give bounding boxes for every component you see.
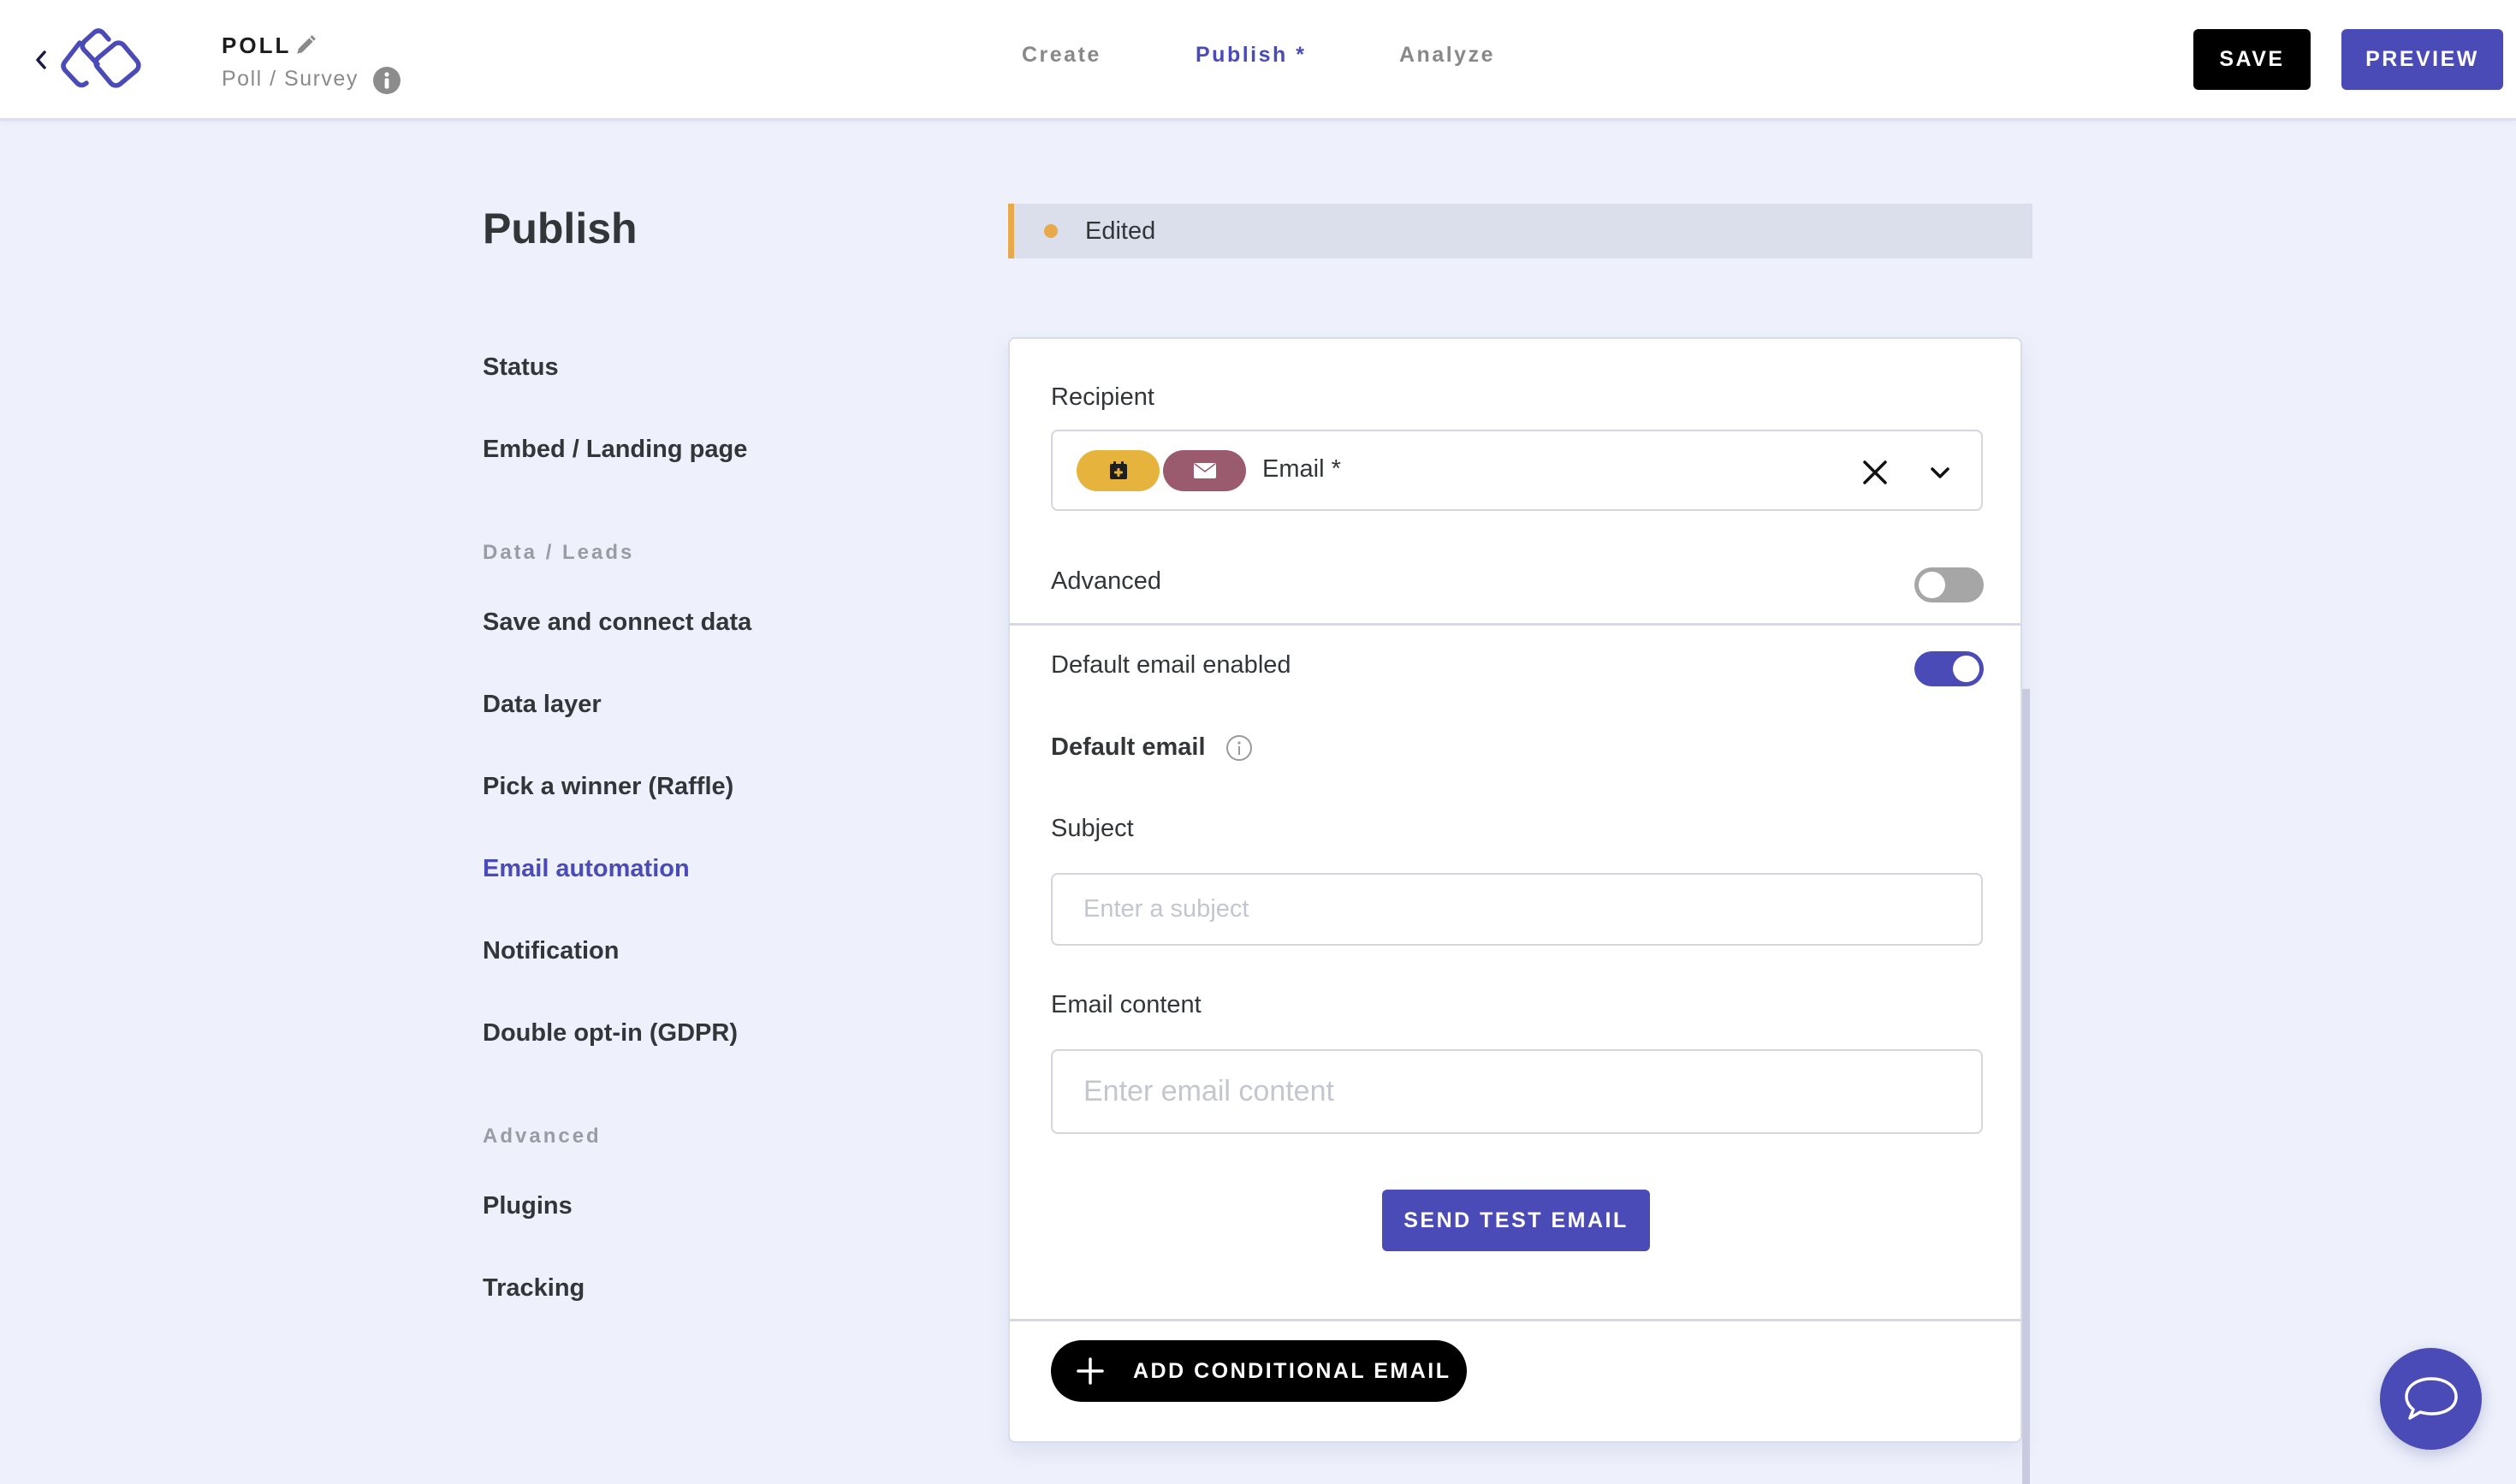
subject-label: Subject <box>1051 815 1134 842</box>
back-button[interactable] <box>31 45 51 75</box>
project-title: POLL <box>222 33 292 58</box>
section-divider <box>1010 1319 2021 1321</box>
sidebar-item-double-opt-in[interactable]: Double opt-in (GDPR) <box>483 1019 738 1048</box>
advanced-toggle[interactable] <box>1914 567 1984 603</box>
default-email-enabled-toggle[interactable] <box>1914 651 1984 686</box>
sidebar-item-embed[interactable]: Embed / Landing page <box>483 436 747 464</box>
add-conditional-email-label: ADD CONDITIONAL EMAIL <box>1133 1358 1451 1383</box>
tab-create[interactable]: Create <box>1022 43 1101 68</box>
sidebar-item-plugins[interactable]: Plugins <box>483 1192 573 1220</box>
tab-analyze[interactable]: Analyze <box>1399 43 1495 68</box>
chevron-down-icon[interactable] <box>1927 460 1953 486</box>
email-content-input[interactable] <box>1051 1049 1983 1134</box>
advanced-label: Advanced <box>1051 567 1161 595</box>
save-button[interactable]: SAVE <box>2193 29 2311 90</box>
default-email-heading: Default email <box>1051 733 1206 761</box>
chat-bubble-icon <box>2404 1376 2458 1420</box>
email-automation-card: Recipient Email * Advanced Default email… <box>1008 337 2022 1443</box>
email-content-label: Email content <box>1051 991 1202 1018</box>
default-email-enabled-label: Default email enabled <box>1051 651 1291 679</box>
project-type: Poll / Survey <box>222 67 359 91</box>
recipient-select[interactable]: Email * <box>1051 430 1983 511</box>
sidebar-item-notification[interactable]: Notification <box>483 937 620 965</box>
sidebar-item-data-layer[interactable]: Data layer <box>483 691 602 719</box>
page-title: Publish <box>483 205 638 252</box>
chat-button[interactable] <box>2380 1348 2482 1450</box>
app-logo-icon[interactable] <box>60 26 154 94</box>
sidebar-item-tracking[interactable]: Tracking <box>483 1274 584 1303</box>
recipient-chip-calendar <box>1077 450 1160 491</box>
status-banner: Edited <box>1008 204 2032 258</box>
preview-button[interactable]: PREVIEW <box>2341 29 2503 90</box>
add-conditional-email-button[interactable]: ADD CONDITIONAL EMAIL <box>1051 1340 1467 1402</box>
sidebar-section-advanced: Advanced <box>483 1125 602 1148</box>
recipient-chip-mail <box>1163 450 1246 491</box>
tab-publish[interactable]: Publish * <box>1196 43 1306 68</box>
sidebar-item-status[interactable]: Status <box>483 353 559 382</box>
scrollbar[interactable] <box>2022 689 2030 1484</box>
sidebar-item-raffle[interactable]: Pick a winner (Raffle) <box>483 773 733 801</box>
info-icon[interactable] <box>1225 734 1253 762</box>
close-icon[interactable] <box>1860 457 1890 488</box>
chevron-left-icon <box>36 50 46 69</box>
mail-icon <box>1193 463 1216 478</box>
recipient-value: Email * <box>1262 455 1341 483</box>
subject-input[interactable] <box>1051 873 1983 946</box>
toggle-knob <box>1919 572 1945 598</box>
toggle-knob <box>1953 656 1979 682</box>
send-test-email-button[interactable]: SEND TEST EMAIL <box>1382 1190 1650 1251</box>
pencil-icon[interactable] <box>294 34 317 56</box>
top-bar: POLL Poll / Survey Create Publish * Anal… <box>0 0 2516 121</box>
status-dot-icon <box>1044 224 1058 238</box>
calendar-plus-icon <box>1109 461 1127 479</box>
sidebar-section-data-leads: Data / Leads <box>483 541 635 564</box>
status-text: Edited <box>1085 217 1156 245</box>
section-divider <box>1010 623 2021 626</box>
recipient-label: Recipient <box>1051 383 1154 411</box>
sidebar-item-save-connect[interactable]: Save and connect data <box>483 608 751 637</box>
sidebar-item-email-automation[interactable]: Email automation <box>483 855 690 883</box>
info-icon[interactable] <box>372 66 401 95</box>
plus-icon <box>1077 1357 1104 1385</box>
